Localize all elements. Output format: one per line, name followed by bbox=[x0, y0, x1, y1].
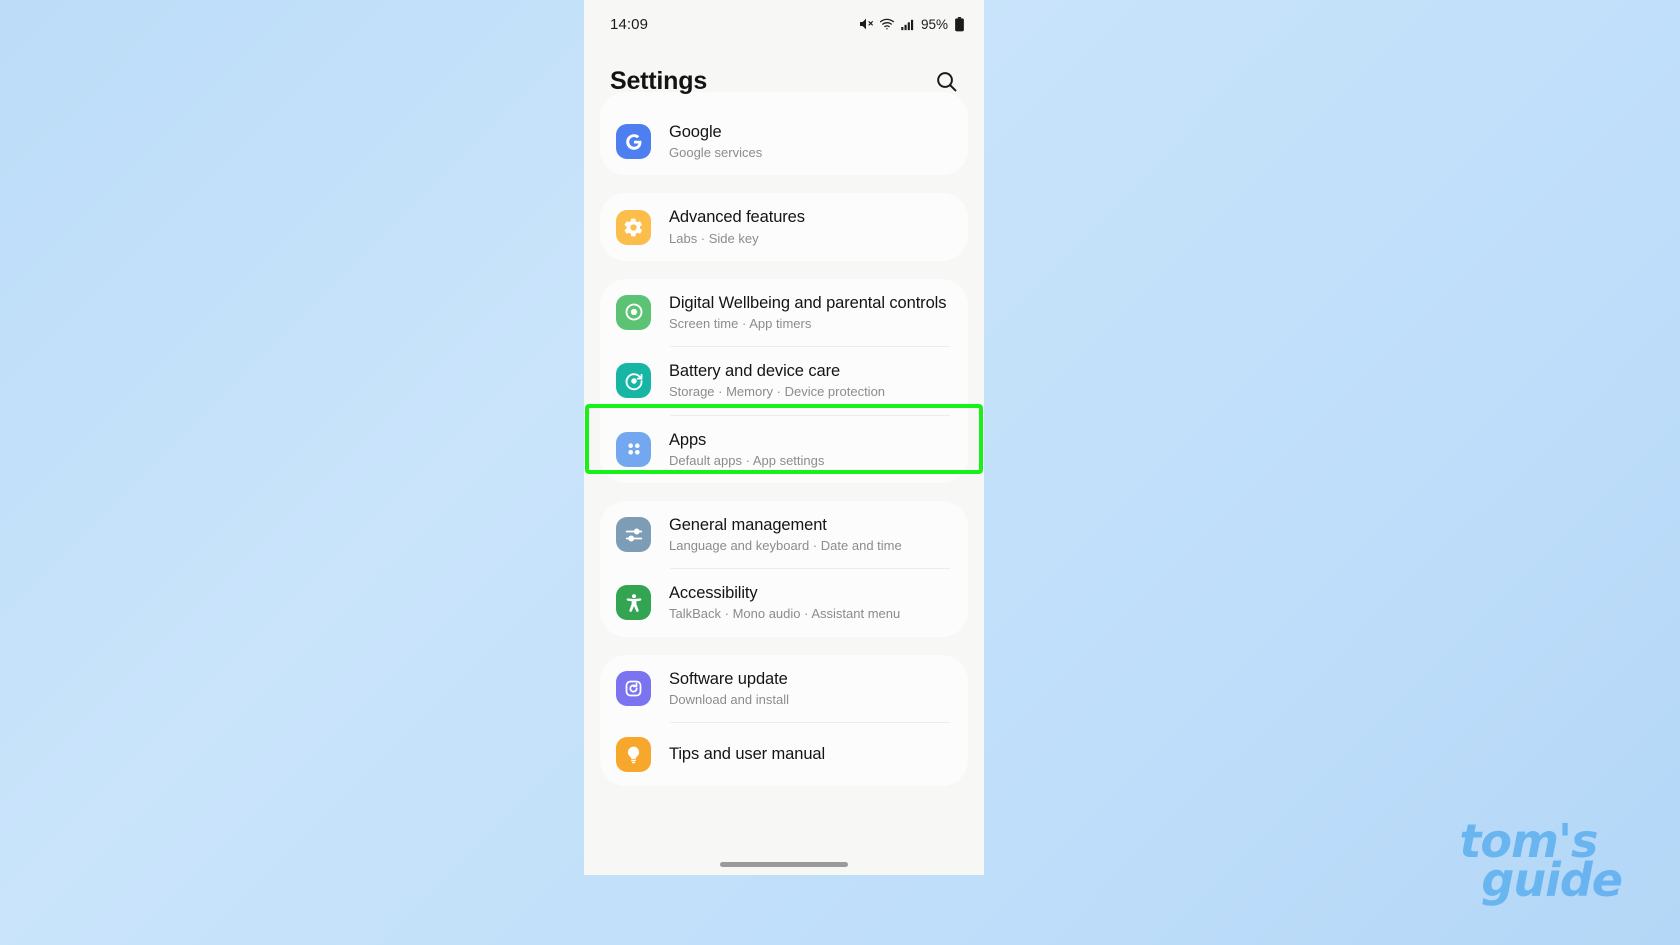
battery-icon bbox=[953, 16, 966, 32]
mute-icon bbox=[858, 16, 874, 32]
row-title: Battery and device care bbox=[669, 362, 841, 381]
home-indicator[interactable] bbox=[720, 862, 848, 867]
refresh-icon bbox=[616, 670, 651, 706]
row-title: Advanced features bbox=[669, 208, 805, 227]
settings-group-update-tips: Software update Download and install Tips … bbox=[600, 654, 968, 786]
apps-icon bbox=[616, 431, 651, 467]
row-subtitle: Language and keyboard · Date and time bbox=[669, 538, 902, 553]
row-text: Battery and device care Storage · Memory … bbox=[669, 361, 885, 400]
wellbeing-icon bbox=[616, 294, 651, 330]
google-icon bbox=[616, 124, 651, 160]
row-title: Accessibility bbox=[669, 584, 758, 603]
row-subtitle: Labs · Side key bbox=[669, 230, 759, 246]
watermark-line-2: guide bbox=[1481, 853, 1623, 908]
row-text: Apps Default apps · App settings bbox=[669, 430, 824, 469]
gear-plus-icon bbox=[616, 209, 651, 245]
settings-group-general-accessibility: General management Language and keyboard … bbox=[600, 500, 968, 637]
settings-row[interactable]: Advanced features Labs · Side key bbox=[600, 193, 968, 260]
settings-row[interactable]: Apps Default apps · App settings bbox=[600, 416, 968, 483]
settings-row[interactable]: Battery and device care Storage · Memory … bbox=[600, 347, 968, 414]
settings-row[interactable]: General management Language and keyboard … bbox=[600, 501, 968, 568]
status-clock: 14:09 bbox=[610, 15, 649, 33]
battery-percent-label: 95% bbox=[920, 16, 948, 32]
row-subtitle: Storage · Memory · Device protection bbox=[669, 384, 886, 400]
signal-icon bbox=[900, 17, 915, 32]
row-text: Tips and user manual bbox=[669, 744, 825, 764]
settings-group-google: Google Google services bbox=[600, 92, 968, 176]
row-subtitle: Default apps · App settings bbox=[669, 452, 825, 468]
tips-icon bbox=[616, 737, 651, 772]
row-subtitle: Download and install bbox=[669, 691, 789, 707]
settings-row[interactable]: Software update Download and install bbox=[600, 655, 968, 722]
row-title: General management bbox=[669, 515, 827, 534]
row-text: Google Google services bbox=[669, 122, 762, 161]
settings-row[interactable]: Google Google services bbox=[600, 92, 968, 175]
row-title: Tips and user manual bbox=[669, 745, 826, 764]
settings-row[interactable]: Digital Wellbeing and parental controls S… bbox=[600, 279, 968, 346]
settings-row[interactable]: Tips and user manual bbox=[600, 723, 968, 786]
wifi-icon bbox=[879, 16, 895, 32]
status-icon-group: 95% bbox=[858, 16, 966, 32]
row-subtitle: Screen time · App timers bbox=[669, 315, 812, 331]
row-text: Advanced features Labs · Side key bbox=[669, 207, 805, 246]
settings-group-advanced: Advanced features Labs · Side key bbox=[600, 193, 968, 261]
row-text: Accessibility TalkBack · Mono audio · Ass… bbox=[669, 583, 900, 622]
row-text: Software update Download and install bbox=[669, 669, 789, 708]
row-title: Google bbox=[669, 123, 722, 141]
row-text: General management Language and keyboard … bbox=[669, 515, 902, 554]
settings-group-wellbeing-battery-apps: Digital Wellbeing and parental controls S… bbox=[600, 278, 968, 483]
row-subtitle: Google services bbox=[669, 145, 763, 161]
row-title: Apps bbox=[669, 430, 707, 449]
settings-row[interactable]: Accessibility TalkBack · Mono audio · Ass… bbox=[600, 569, 968, 636]
row-title: Digital Wellbeing and parental controls bbox=[669, 293, 947, 312]
settings-list[interactable]: Google Google services Advanced features La… bbox=[584, 92, 984, 786]
row-text: Digital Wellbeing and parental controls S… bbox=[669, 293, 946, 332]
sliders-icon bbox=[616, 517, 651, 553]
device-care-icon bbox=[616, 363, 651, 399]
row-title: Software update bbox=[669, 669, 788, 688]
status-bar: 14:09 95% bbox=[584, 0, 984, 48]
accessibility-icon bbox=[616, 585, 651, 621]
toms-guide-watermark: tom's guide bbox=[1459, 818, 1623, 908]
row-subtitle: TalkBack · Mono audio · Assistant menu bbox=[669, 606, 901, 622]
phone-screen: 14:09 95% Settings Google Google service… bbox=[584, 0, 984, 875]
